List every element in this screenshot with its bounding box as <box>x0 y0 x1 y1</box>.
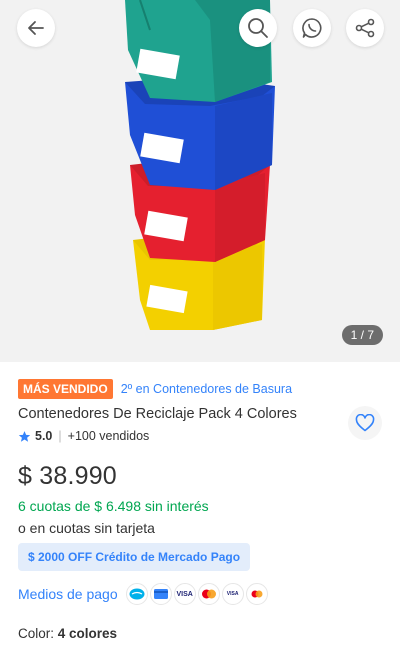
separator: | <box>58 429 62 443</box>
back-button[interactable] <box>17 9 55 47</box>
star-icon <box>18 430 31 442</box>
visa-debit-icon: VISA <box>221 583 244 605</box>
share-icon <box>355 18 375 38</box>
promo-badge: $ 2000 OFF Crédito de Mercado Pago <box>18 543 251 571</box>
search-button[interactable] <box>239 9 277 47</box>
visa-icon: VISA <box>173 583 196 605</box>
installments-text: 6 cuotas de $ 6.498 sin interés <box>18 498 209 514</box>
heart-icon <box>355 414 375 432</box>
installments-no-card-text: o en cuotas sin tarjeta <box>18 520 155 536</box>
rating-row[interactable]: 5.0 | +100 vendidos <box>18 429 149 443</box>
category-rank-link[interactable]: 2º en Contenedores de Basura <box>121 382 292 396</box>
whatsapp-share-button[interactable] <box>293 9 331 47</box>
product-image-gallery[interactable]: 1 / 7 <box>0 0 400 362</box>
image-counter: 1 / 7 <box>341 325 383 345</box>
whatsapp-icon <box>302 18 322 38</box>
mastercard-icon <box>197 583 220 605</box>
product-image[interactable] <box>0 0 400 362</box>
color-label: Color: <box>18 626 55 641</box>
share-button[interactable] <box>346 9 384 47</box>
product-info: MÁS VENDIDO 2º en Contenedores de Basura… <box>0 362 400 648</box>
color-value: 4 colores <box>57 626 118 641</box>
mercado-pago-icon <box>125 583 148 605</box>
payment-methods-row[interactable]: Medios de pago VISA VISA <box>18 583 268 605</box>
search-icon <box>248 18 268 38</box>
arrow-left-icon <box>28 21 44 35</box>
mastercard-debit-icon <box>245 583 268 605</box>
sold-count: +100 vendidos <box>67 429 150 443</box>
badge-row: MÁS VENDIDO 2º en Contenedores de Basura <box>18 379 292 399</box>
best-seller-badge: MÁS VENDIDO <box>18 379 113 399</box>
product-title: Contenedores De Reciclaje Pack 4 Colores <box>18 406 297 422</box>
price: $ 38.990 <box>18 462 117 490</box>
credit-card-icon <box>149 583 172 605</box>
favorite-button[interactable] <box>348 406 382 440</box>
payment-methods-link[interactable]: Medios de pago <box>18 586 118 602</box>
color-selector[interactable]: Color: 4 colores <box>18 626 117 641</box>
rating-score: 5.0 <box>35 429 53 443</box>
